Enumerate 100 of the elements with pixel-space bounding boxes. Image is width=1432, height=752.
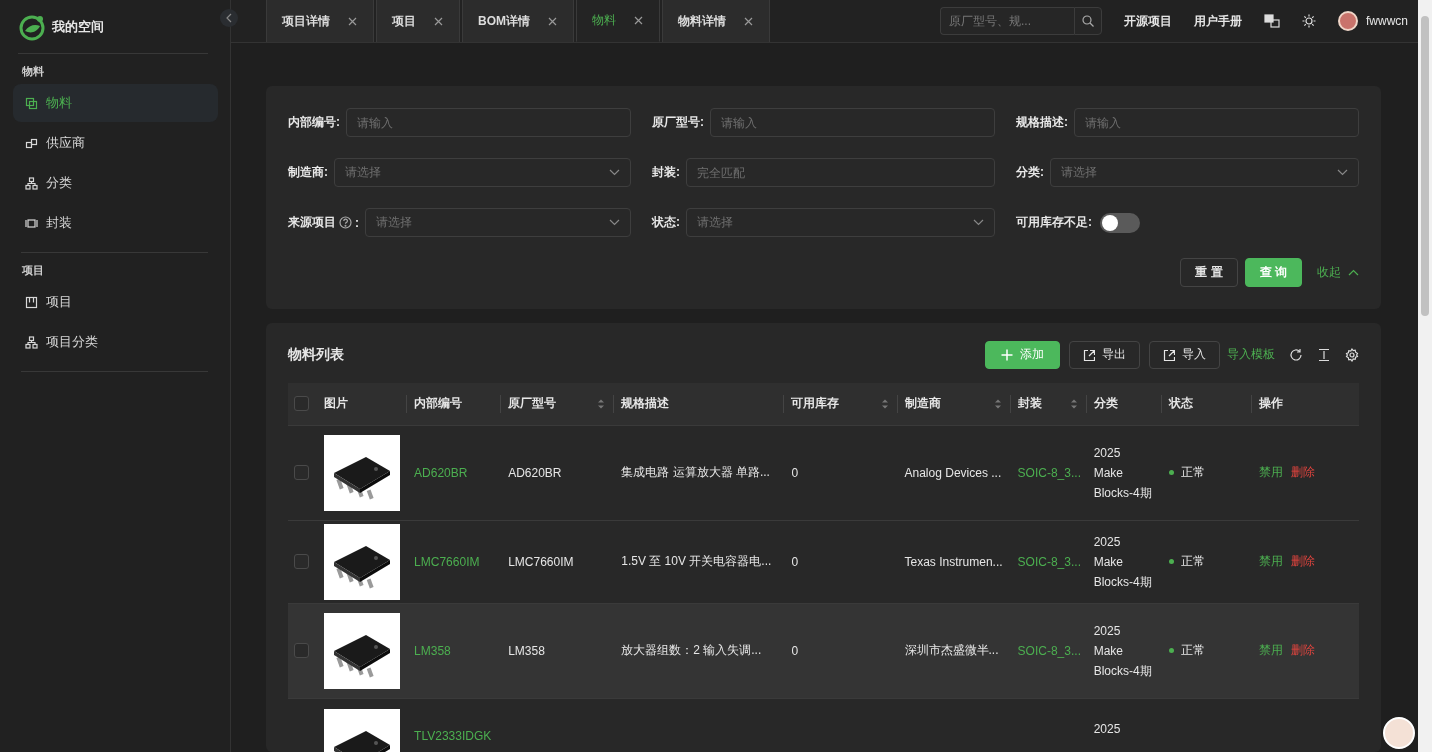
table-row[interactable]: AD620BR AD620BR 集成电路 运算放大器 单路... 0 Analog Devices ... SOIC-8_3... 2025 Make Blocks-4期 正常 禁用 删除 (288, 425, 1359, 520)
toolbar-button[interactable]: 导出 (1069, 340, 1140, 369)
select-field[interactable]: 请选择 (1050, 158, 1359, 187)
tab[interactable]: 物料详情 (662, 0, 770, 42)
disable-link[interactable]: 禁用 (1258, 464, 1283, 481)
delete-link[interactable]: 删除 (1290, 464, 1315, 481)
table-cell: AD620BR (508, 465, 562, 480)
toggle-switch[interactable] (1100, 212, 1140, 233)
collapse-link[interactable]: 收起 (1317, 264, 1359, 281)
table-cell: 0 (791, 554, 799, 569)
input-field[interactable]: 请输入 (1074, 108, 1359, 137)
disable-link[interactable]: 禁用 (1258, 553, 1283, 570)
tab[interactable]: 物料 (576, 0, 660, 42)
board-icon (25, 295, 38, 309)
chevron-up-icon (1348, 269, 1359, 276)
user-name[interactable]: fwwwcn (1366, 14, 1408, 28)
reset-button[interactable]: 重 置 (1180, 258, 1238, 287)
close-icon (634, 16, 643, 25)
package-link[interactable]: SOIC-8_3... (1017, 465, 1081, 480)
sidebar-item[interactable]: 供应商 (13, 124, 218, 162)
delete-link[interactable]: 删除 (1290, 553, 1315, 570)
search-icon (1082, 15, 1094, 27)
checkbox[interactable] (294, 396, 309, 412)
table-cell: Analog Devices ... (904, 465, 1002, 480)
tab[interactable]: 项目详情 (266, 0, 374, 42)
help-icon (339, 216, 352, 229)
table-cell: 1.5V 至 10V 开关电容器电... (621, 553, 772, 570)
nav-link[interactable]: 用户手册 (1194, 12, 1242, 30)
input-field[interactable]: 请输入 (710, 108, 995, 137)
chevron-left-icon (225, 13, 233, 23)
checkbox[interactable] (294, 643, 309, 658)
table-cell-text: 2025 Make Blocks-4期 (1093, 533, 1153, 591)
table-cell: LMC7660IM (508, 554, 574, 569)
chip-icon (25, 216, 38, 230)
export-icon (1083, 348, 1095, 361)
package-link[interactable]: SOIC-8_3... (1017, 554, 1081, 569)
table-row[interactable]: LM358 LM358 放大器组数：2 输入失调... 0 深圳市杰盛微半... SOIC-8_3... 2025 Make Blocks-4期 正常 禁用 删除 (288, 603, 1359, 698)
column-header: 封装 (1017, 395, 1042, 413)
table-row[interactable]: LMC7660IM LMC7660IM 1.5V 至 10V 开关电容器电... 0 Texas Instrumen... SOIC-8_3... 2025 Make Blocks-4期 正常 禁用 删除 (288, 520, 1359, 603)
column-header: 原厂型号 (508, 395, 557, 413)
toolbar-button[interactable]: 导入 (1149, 340, 1220, 369)
field-label: 内部编号: (288, 114, 340, 131)
code-link[interactable]: TLV2333IDGK (414, 728, 492, 743)
sidebar-item[interactable]: 项目 (13, 283, 218, 321)
checkbox[interactable] (294, 554, 309, 569)
checkbox[interactable] (294, 465, 309, 480)
column-header: 状态 (1168, 395, 1193, 413)
sidebar-item[interactable]: 封装 (13, 204, 218, 242)
close-icon (434, 16, 443, 26)
table-cell-text: 2025 Make Blocks-4期 (1093, 622, 1153, 680)
code-link[interactable]: LMC7660IM (414, 554, 480, 569)
section-title: 物料 (21, 64, 45, 79)
table-cell: 0 (791, 465, 799, 480)
scroll-thumb[interactable] (1421, 16, 1429, 316)
search-button[interactable] (1074, 7, 1102, 35)
field-label: 制造商: (288, 164, 328, 181)
copy-icon (25, 96, 38, 110)
tab[interactable]: 项目 (376, 0, 460, 42)
nav-link[interactable]: 开源项目 (1124, 12, 1172, 30)
close-icon (548, 16, 557, 26)
field-label: 状态: (652, 214, 680, 231)
select-field[interactable]: 请选择 (686, 208, 995, 237)
sidebar-item[interactable]: 项目分类 (13, 323, 218, 361)
table-cell-text: 2025 Make Blocks-4期 (1093, 444, 1153, 502)
column-header: 制造商 (904, 395, 941, 413)
sidebar-item[interactable]: 物料 (13, 84, 218, 122)
scrollbar[interactable] (1418, 0, 1432, 752)
section-title: 项目 (21, 263, 45, 278)
template-link[interactable]: 导入模板 (1227, 346, 1275, 363)
table-row[interactable]: TLV2333IDGK 2025 (288, 698, 1359, 752)
field-label: 规格描述: (1016, 114, 1068, 131)
table-cell: Texas Instrumen... (904, 554, 1003, 569)
delete-link[interactable]: 删除 (1290, 642, 1315, 659)
close-icon (348, 16, 357, 26)
tab[interactable]: BOM详情 (462, 0, 574, 42)
chevron-down-icon (973, 219, 984, 226)
select-field[interactable]: 请选择 (365, 208, 631, 237)
table-cell: 0 (791, 643, 799, 658)
sidebar-item[interactable]: 分类 (13, 164, 218, 202)
assistant-avatar[interactable] (1383, 717, 1415, 749)
table-cell-text: 2025 (1093, 720, 1122, 738)
avatar[interactable] (1338, 11, 1358, 31)
input-field[interactable]: 完全匹配 (686, 158, 995, 187)
table-cell: 集成电路 运算放大器 单路... (621, 464, 770, 481)
select-field[interactable]: 请选择 (334, 158, 631, 187)
table-cell: 深圳市杰盛微半... (904, 642, 999, 659)
code-link[interactable]: AD620BR (414, 465, 468, 480)
colon: : (355, 215, 359, 230)
link-icon (25, 136, 38, 150)
status-text: 正常 (1180, 464, 1205, 481)
collapse-button[interactable] (220, 9, 238, 27)
column-header: 分类 (1093, 395, 1118, 413)
status-dot (1168, 470, 1174, 475)
package-link[interactable]: SOIC-8_3... (1017, 643, 1081, 658)
code-link[interactable]: LM358 (414, 643, 451, 658)
chevron-down-icon (609, 169, 620, 176)
disable-link[interactable]: 禁用 (1258, 642, 1283, 659)
field-label: 封装: (652, 164, 680, 181)
search-field[interactable]: 原厂型号、规... (940, 7, 1074, 35)
input-field[interactable]: 请输入 (346, 108, 631, 137)
